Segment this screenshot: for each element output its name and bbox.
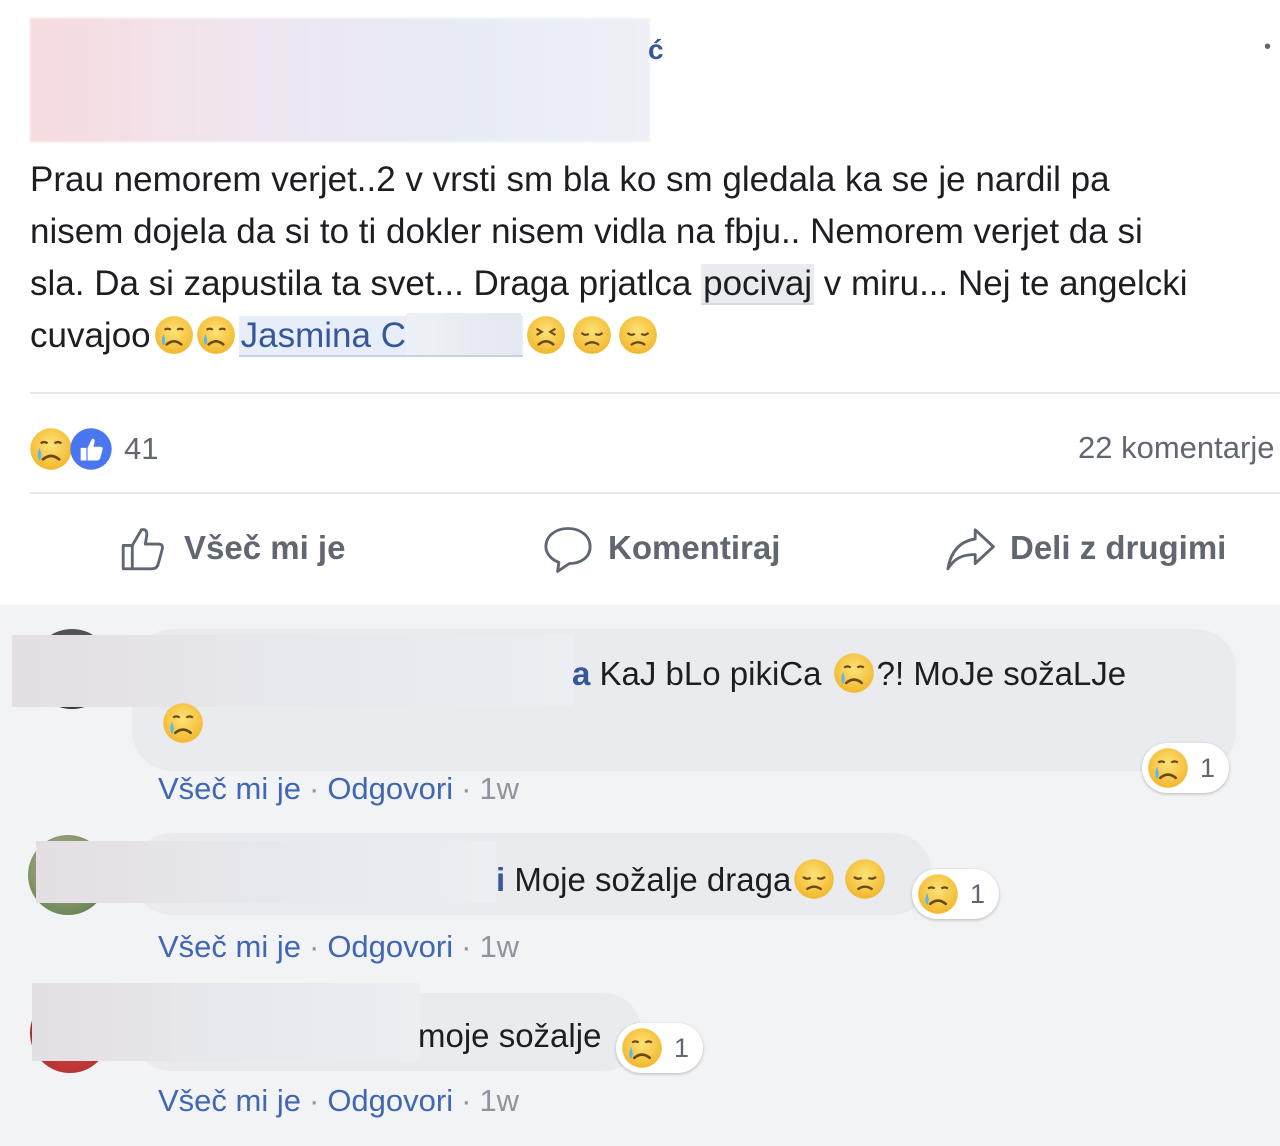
comment-reaction-badge[interactable]: 1 bbox=[912, 869, 1000, 919]
comments-section: a KaJ bLo pikiCa ?! MoJe sožaLJe 1 Všeč … bbox=[0, 605, 1280, 1146]
comment-text-start: KaJ bLo pikiCa bbox=[590, 655, 831, 692]
post-text-line-4-start: cuvajoo bbox=[30, 316, 151, 355]
comment-like-link[interactable]: Všeč mi je bbox=[158, 771, 301, 806]
hashtag-link[interactable]: pocivaj bbox=[701, 264, 815, 305]
divider bbox=[30, 392, 1280, 394]
comment-reaction-count: 1 bbox=[674, 1032, 690, 1063]
comment-text-start: moje sožalje bbox=[418, 1017, 602, 1054]
like-button[interactable]: Všeč mi je bbox=[118, 520, 345, 576]
divider bbox=[30, 492, 1280, 494]
separator-dot: · bbox=[461, 1083, 472, 1118]
reaction-count: 41 bbox=[124, 431, 159, 466]
comment-count-link[interactable]: 22 komentarje bbox=[1078, 430, 1274, 466]
separator-dot: · bbox=[308, 771, 320, 806]
crying-face-icon bbox=[832, 651, 876, 695]
post-text-line-3-end: v miru... Nej te angelcki bbox=[814, 264, 1188, 303]
commenter-name-redacted[interactable] bbox=[12, 635, 574, 707]
post-text-line-3: sla. Da si zapustila ta svet... Draga pr… bbox=[30, 258, 1280, 310]
disappointed-face-icon bbox=[792, 857, 836, 901]
post-text-line-4: cuvajoo Jasmina C bbox=[30, 310, 1280, 362]
comment-like-link[interactable]: Všeč mi je bbox=[158, 929, 301, 964]
share-arrow-icon bbox=[946, 528, 995, 571]
separator-dot: · bbox=[308, 929, 320, 964]
separator-dot: · bbox=[308, 1083, 320, 1118]
comment-like-link[interactable]: Všeč mi je bbox=[158, 1083, 301, 1118]
post-options-icon[interactable]: • bbox=[1264, 36, 1271, 59]
disappointed-face-icon bbox=[843, 857, 887, 901]
author-name-tail[interactable]: ć bbox=[648, 34, 664, 66]
commenter-name-redacted[interactable] bbox=[36, 841, 496, 903]
comment-reply-link[interactable]: Odgovori bbox=[327, 1083, 453, 1118]
comment-button-label: Komentiraj bbox=[608, 529, 781, 566]
crying-face-icon bbox=[916, 872, 960, 916]
commenter-name-redacted[interactable] bbox=[32, 983, 420, 1061]
post-text-line-1: Prau nemorem verjet..2 v vrsti sm bla ko… bbox=[30, 160, 1110, 199]
author-name-redacted[interactable] bbox=[30, 18, 650, 142]
persevering-face-icon bbox=[525, 314, 567, 356]
post-text-line-3-start: sla. Da si zapustila ta svet... Draga pr… bbox=[30, 264, 702, 303]
comment-meta: Všeč mi je · Odgovori · 1w bbox=[158, 771, 519, 807]
commenter-name-tail[interactable]: i bbox=[496, 861, 505, 898]
post-card: ć • Prau nemorem verjet..2 v vrsti sm bl… bbox=[0, 0, 1280, 605]
disappointed-face-icon bbox=[617, 314, 659, 356]
comment-meta: Všeč mi je · Odgovori · 1w bbox=[158, 1083, 519, 1119]
thumbs-up-icon bbox=[121, 528, 164, 571]
comment-timestamp[interactable]: 1w bbox=[479, 771, 519, 806]
speech-bubble-icon bbox=[544, 527, 592, 573]
comment-reaction-count: 1 bbox=[1200, 752, 1216, 783]
crying-face-icon bbox=[1146, 746, 1190, 790]
share-button-label: Deli z drugimi bbox=[1010, 529, 1227, 566]
disappointed-face-icon bbox=[571, 314, 613, 356]
comment-meta: Všeč mi je · Odgovori · 1w bbox=[158, 929, 519, 965]
comment-text-start: Moje sožalje draga bbox=[505, 861, 792, 898]
reaction-summary[interactable]: 41 bbox=[28, 424, 158, 474]
comment-text: moje sožalje bbox=[418, 1017, 601, 1055]
post-text-line-2: nisem dojela da si to ti dokler nisem vi… bbox=[30, 212, 1143, 251]
comment-reaction-count: 1 bbox=[970, 878, 986, 909]
comment-timestamp[interactable]: 1w bbox=[479, 929, 519, 964]
comment-text: i Moje sožalje draga bbox=[496, 857, 888, 901]
crying-face-icon bbox=[620, 1026, 664, 1070]
comment-reaction-badge[interactable]: 1 bbox=[1142, 743, 1230, 793]
crying-face-icon bbox=[153, 314, 195, 356]
share-button[interactable]: Deli z drugimi bbox=[944, 520, 1226, 576]
comment-timestamp[interactable]: 1w bbox=[479, 1083, 519, 1118]
crying-face-icon bbox=[195, 314, 237, 356]
comment-text-end: ?! MoJe sožaLJe bbox=[876, 655, 1127, 692]
like-button-label: Všeč mi je bbox=[184, 529, 346, 566]
commenter-name-tail[interactable]: a bbox=[572, 655, 590, 692]
separator-dot: · bbox=[461, 771, 472, 806]
post-text: Prau nemorem verjet..2 v vrsti sm bla ko… bbox=[30, 154, 1280, 362]
mention-link[interactable]: Jasmina C bbox=[238, 313, 523, 357]
comment-reaction-badge[interactable]: 1 bbox=[616, 1023, 704, 1073]
like-reaction-icon bbox=[68, 426, 114, 472]
crying-face-icon bbox=[161, 701, 205, 745]
comment-button[interactable]: Komentiraj bbox=[542, 520, 780, 576]
comment-text: a KaJ bLo pikiCa ?! MoJe sožaLJe bbox=[572, 651, 1126, 695]
comment-reply-link[interactable]: Odgovori bbox=[327, 929, 453, 964]
comment-reply-link[interactable]: Odgovori bbox=[327, 771, 453, 806]
separator-dot: · bbox=[461, 929, 472, 964]
mention-surname-redacted bbox=[405, 313, 521, 355]
mention-name[interactable]: Jasmina C bbox=[241, 316, 406, 355]
